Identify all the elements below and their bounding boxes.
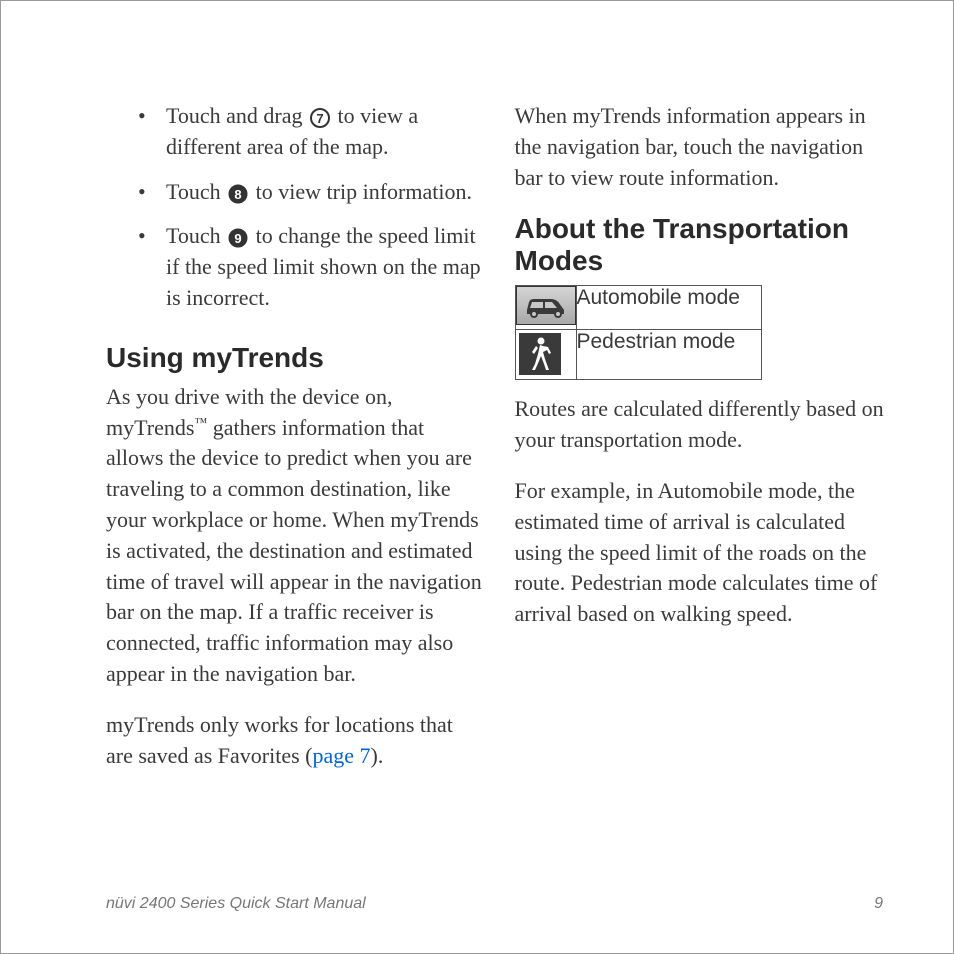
circled-9-icon: 9: [228, 228, 248, 248]
pedestrian-icon: [519, 333, 561, 375]
para-post: gathers information that allows the devi…: [106, 415, 482, 686]
mytrends-info-paragraph: When myTrends information appears in the…: [515, 101, 894, 193]
bullet-text-pre: Touch: [166, 179, 226, 204]
right-column: When myTrends information appears in the…: [515, 101, 894, 791]
bullet-text-pre: Touch: [166, 223, 226, 248]
mytrends-paragraph-2: myTrends only works for locations that a…: [106, 710, 485, 772]
circled-8-icon: 8: [228, 184, 248, 204]
page-content: Touch and drag 7 to view a different are…: [1, 1, 953, 791]
svg-text:7: 7: [316, 111, 323, 126]
car-icon: [516, 286, 576, 325]
pedestrian-label: Pedestrian mode: [576, 330, 761, 380]
heading-transportation-modes: About the Transportation Modes: [515, 213, 894, 277]
table-row-pedestrian: Pedestrian mode: [515, 330, 761, 380]
automobile-label: Automobile mode: [576, 286, 761, 330]
example-paragraph: For example, in Automobile mode, the est…: [515, 476, 894, 630]
circled-7-icon: 7: [310, 108, 330, 128]
bullet-item-8: Touch 8 to view trip information.: [106, 177, 485, 208]
svg-text:9: 9: [235, 231, 242, 246]
bullet-item-7: Touch and drag 7 to view a different are…: [106, 101, 485, 163]
bullet-text-pre: Touch and drag: [166, 103, 308, 128]
bullet-list: Touch and drag 7 to view a different are…: [106, 101, 485, 314]
bullet-text-post: to view trip information.: [250, 179, 472, 204]
svg-text:8: 8: [235, 187, 242, 202]
automobile-icon-cell: [515, 286, 576, 330]
page-7-link[interactable]: page 7: [312, 743, 370, 768]
page-number: 9: [874, 895, 883, 913]
mytrends-paragraph-1: As you drive with the device on, myTrend…: [106, 382, 485, 690]
heading-using-mytrends: Using myTrends: [106, 342, 485, 374]
para-post: ).: [371, 743, 384, 768]
bullet-item-9: Touch 9 to change the speed limit if the…: [106, 221, 485, 313]
footer: nüvi 2400 Series Quick Start Manual 9: [106, 895, 883, 913]
footer-title: nüvi 2400 Series Quick Start Manual: [106, 895, 366, 913]
routes-paragraph: Routes are calculated differently based …: [515, 394, 894, 456]
left-column: Touch and drag 7 to view a different are…: [106, 101, 485, 791]
table-row-automobile: Automobile mode: [515, 286, 761, 330]
pedestrian-icon-cell: [515, 330, 576, 380]
trademark-symbol: ™: [194, 414, 207, 429]
modes-table: Automobile mode Pedestrian mode: [515, 285, 762, 380]
para-pre: myTrends only works for locations that a…: [106, 712, 453, 768]
